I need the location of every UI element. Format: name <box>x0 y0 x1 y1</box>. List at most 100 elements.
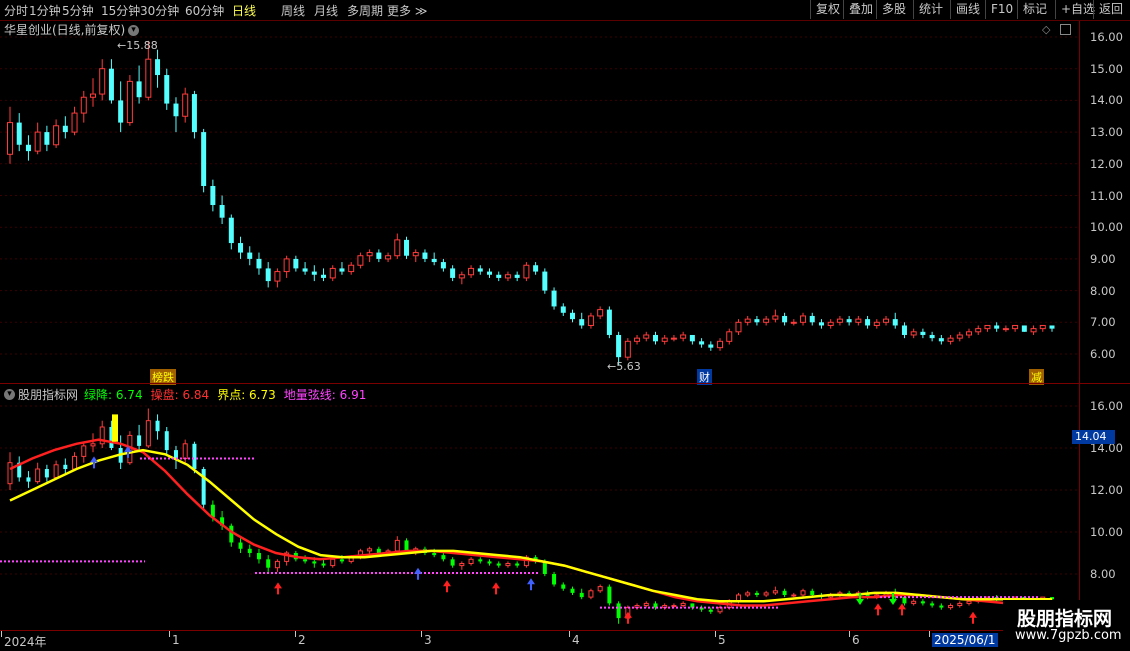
date-tick-5 <box>715 631 716 637</box>
indicator-values: 绿降: 6.74 操盘: 6.84 界点: 6.73 地量弦线: 6.91 <box>84 386 374 403</box>
period-tab-9[interactable]: 多周期 <box>347 2 383 19</box>
indicator-item-label: 界点: <box>217 388 246 402</box>
toolbar-button-1[interactable]: 叠加 <box>843 0 878 19</box>
indicator-candle-body <box>487 561 492 564</box>
candle-body <box>947 337 954 342</box>
price-tick-0: 16.00 <box>1090 30 1123 44</box>
candle-body <box>412 252 419 257</box>
indicator-candle-body <box>182 443 188 459</box>
period-tab-1[interactable]: 1分钟 <box>29 2 61 19</box>
toolbar-button-8[interactable]: 返回 <box>1093 0 1128 19</box>
toolbar-button-2[interactable]: 多股 <box>876 0 911 19</box>
candlestick-chart[interactable] <box>0 21 1079 383</box>
candle-body <box>487 271 493 275</box>
candle-body <box>790 321 797 324</box>
low-price-label: ←5.63 <box>607 360 641 373</box>
indicator-item-value: 6.73 <box>245 388 276 402</box>
candle-body <box>80 96 87 114</box>
period-tab-4[interactable]: 30分钟 <box>140 2 179 19</box>
candle-body <box>440 262 446 269</box>
indicator-candle-body <box>745 592 751 596</box>
indicator-candle-body <box>772 590 778 594</box>
indicator-candle-body <box>478 559 483 562</box>
indicator-candle-body <box>155 420 160 432</box>
candle-body <box>1021 325 1027 332</box>
indicator-name[interactable]: 股朋指标网 <box>18 386 78 403</box>
candle-body <box>302 268 308 272</box>
period-tab-10[interactable]: 更多 ≫ <box>387 2 427 19</box>
indicator-candle-body <box>201 469 206 505</box>
candle-body <box>836 318 843 323</box>
candle-body <box>699 341 705 345</box>
candle-body <box>191 94 197 133</box>
candle-body <box>809 315 815 323</box>
candle-body <box>7 122 13 155</box>
candle-body <box>219 205 225 218</box>
period-tab-5[interactable]: 60分钟 <box>185 2 224 19</box>
candle-body <box>634 337 641 342</box>
candle-body <box>708 344 714 348</box>
indicator-candle-body <box>26 477 31 482</box>
buy-signal-arrow <box>874 603 882 616</box>
period-tab-0[interactable]: 分时 <box>4 2 28 19</box>
indicator-candle-body <box>63 464 68 469</box>
candle-body <box>182 93 189 117</box>
high-price-label: ←15.88 <box>117 39 158 52</box>
candle-body <box>274 271 281 282</box>
buy-signal-arrow <box>443 580 451 593</box>
price-tick-1: 15.00 <box>1090 61 1123 76</box>
candle-body <box>477 268 483 272</box>
diamond-icon[interactable]: ◇ <box>1042 23 1050 36</box>
indicator-candle-body <box>708 609 713 612</box>
candle-body <box>956 334 963 339</box>
toolbar-button-0[interactable]: 复权 <box>810 0 845 19</box>
indicator-candle-body <box>607 586 612 604</box>
stock-title: 华星创业(日线,前复权) <box>4 23 126 37</box>
date-axis: 2024年 1 2 3 4 5 6 2025/06/1 <box>0 630 1130 651</box>
indicator-candle-body <box>680 602 686 606</box>
chart-options-icon[interactable]: ▾ <box>128 25 139 36</box>
indicator-candle-body <box>450 559 455 566</box>
candle-body <box>800 315 807 323</box>
indicator-chart[interactable] <box>0 384 1079 630</box>
toolbar-button-5[interactable]: F10 <box>985 0 1018 19</box>
toolbar-button-4[interactable]: 画线 <box>950 0 985 19</box>
candle-body <box>661 337 668 342</box>
candle-body <box>62 125 68 133</box>
indicator-tick-4: 8.00 <box>1090 567 1116 581</box>
date-tick-0 <box>1 631 2 637</box>
period-tab-7[interactable]: 周线 <box>281 2 305 19</box>
candle-body <box>71 112 78 133</box>
indicator-options-icon[interactable]: ▾ <box>4 389 15 400</box>
indicator-item-value: 6.74 <box>112 388 143 402</box>
indicator-candle-body <box>671 605 677 607</box>
candle-body <box>689 334 695 342</box>
indicator-candle-body <box>266 559 271 568</box>
candle-body <box>1030 328 1037 333</box>
indicator-candle-body <box>930 603 935 606</box>
indicator-panel[interactable]: ▾ 股朋指标网 绿降: 6.74 操盘: 6.84 界点: 6.73 地量弦线: 6.… <box>0 384 1080 630</box>
price-tick-9: 7.00 <box>1090 315 1116 330</box>
toolbar-button-3[interactable]: 统计 <box>913 0 948 19</box>
indicator-candle-body <box>782 590 787 595</box>
candle-body <box>99 68 106 95</box>
maximize-icon[interactable] <box>1060 24 1071 35</box>
indicator-candle-body <box>404 540 409 551</box>
period-tab-2[interactable]: 5分钟 <box>62 2 94 19</box>
candle-body <box>247 252 253 259</box>
price-chart-panel[interactable]: ▾ 华星创业(日线,前复权) ◇ ←15.88 ←5.63 榜跌 财 减 <box>0 21 1080 385</box>
indicator-candle-body <box>948 605 954 609</box>
candle-body <box>431 258 437 263</box>
candle-body <box>283 258 290 273</box>
candle-body <box>920 331 926 335</box>
buy-signal-arrow <box>969 611 977 624</box>
candle-body <box>357 255 364 266</box>
indicator-candle-body <box>911 600 917 604</box>
indicator-candle-body <box>90 443 96 447</box>
candle-body <box>883 318 890 323</box>
toolbar-button-6[interactable]: 标记 <box>1017 0 1052 19</box>
period-tab-6[interactable]: 日线 <box>232 2 256 19</box>
period-tab-8[interactable]: 月线 <box>314 2 338 19</box>
candle-body <box>108 68 114 101</box>
period-tab-3[interactable]: 15分钟 <box>101 2 140 19</box>
